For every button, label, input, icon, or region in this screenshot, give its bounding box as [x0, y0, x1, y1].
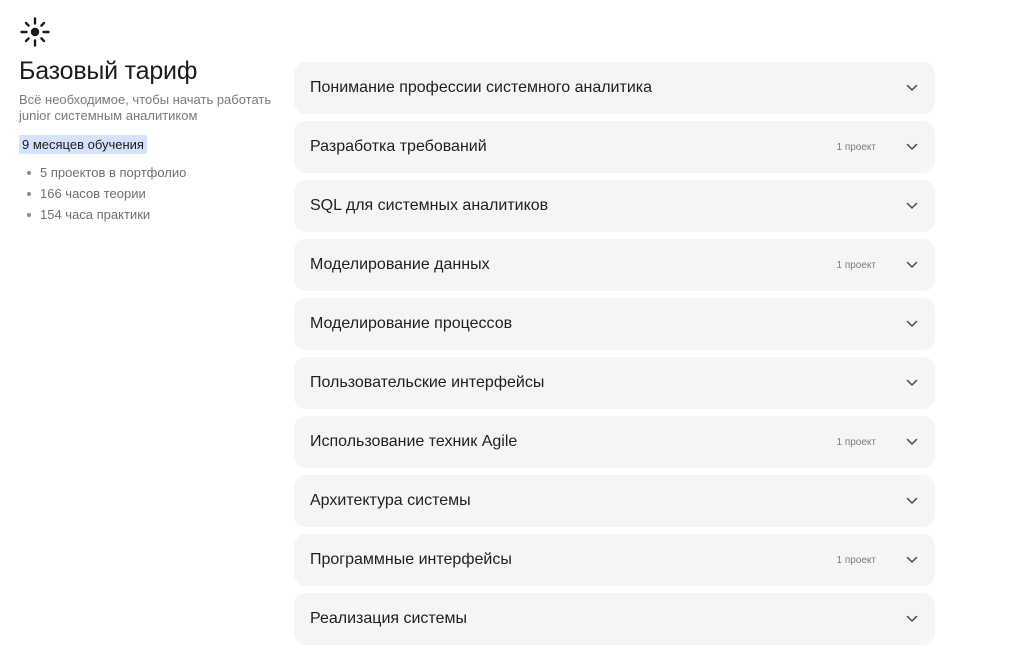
module-accordion-item[interactable]: Разработка требований 1 проект [294, 121, 935, 173]
plan-summary: Базовый тариф Всё необходимое, чтобы нач… [19, 56, 281, 225]
module-list: Понимание профессии системного аналитика… [294, 62, 935, 652]
feature-item: 5 проектов в портфолио [19, 162, 281, 183]
sparkle-sun-icon [20, 17, 50, 47]
module-accordion-item[interactable]: Программные интерфейсы 1 проект [294, 534, 935, 586]
module-title: Пользовательские интерфейсы [310, 374, 545, 391]
module-accordion-item[interactable]: Моделирование процессов [294, 298, 935, 350]
chevron-down-icon[interactable] [906, 379, 918, 387]
project-count-badge: 1 проект [836, 259, 876, 271]
project-count-badge: 1 проект [836, 554, 876, 566]
chevron-down-icon[interactable] [906, 497, 918, 505]
module-title: Программные интерфейсы [310, 551, 512, 568]
module-title: Разработка требований [310, 138, 487, 155]
module-title: SQL для системных аналитиков [310, 197, 549, 214]
module-accordion-item[interactable]: Реализация системы [294, 593, 935, 645]
module-title: Моделирование процессов [310, 315, 513, 332]
feature-list: 5 проектов в портфолио 166 часов теории … [19, 162, 281, 225]
plan-title: Базовый тариф [19, 57, 198, 85]
module-accordion-item[interactable]: Моделирование данных 1 проект [294, 239, 935, 291]
chevron-down-icon[interactable] [906, 202, 918, 210]
plan-subtitle: Всё необходимое, чтобы начать работать j… [19, 92, 272, 123]
module-accordion-item[interactable]: Пользовательские интерфейсы [294, 357, 935, 409]
feature-item: 154 часа практики [19, 204, 281, 225]
module-accordion-item[interactable]: Архитектура системы [294, 475, 935, 527]
project-count-badge: 1 проект [836, 141, 876, 153]
duration-badge: 9 месяцев обучения [19, 135, 147, 154]
chevron-down-icon[interactable] [906, 84, 918, 92]
chevron-down-icon[interactable] [906, 143, 918, 151]
chevron-down-icon[interactable] [906, 261, 918, 269]
chevron-down-icon[interactable] [906, 320, 918, 328]
chevron-down-icon[interactable] [906, 438, 918, 446]
module-title: Понимание профессии системного аналитика [310, 79, 652, 96]
project-count-badge: 1 проект [836, 436, 876, 448]
module-title: Моделирование данных [310, 256, 490, 273]
module-accordion-item[interactable]: Понимание профессии системного аналитика [294, 62, 935, 114]
chevron-down-icon[interactable] [906, 615, 918, 623]
module-accordion-item[interactable]: SQL для системных аналитиков [294, 180, 935, 232]
module-accordion-item[interactable]: Использование техник Agile 1 проект [294, 416, 935, 468]
chevron-down-icon[interactable] [906, 556, 918, 564]
module-title: Реализация системы [310, 610, 467, 627]
module-title: Использование техник Agile [310, 433, 518, 450]
module-title: Архитектура системы [310, 492, 471, 509]
feature-item: 166 часов теории [19, 183, 281, 204]
